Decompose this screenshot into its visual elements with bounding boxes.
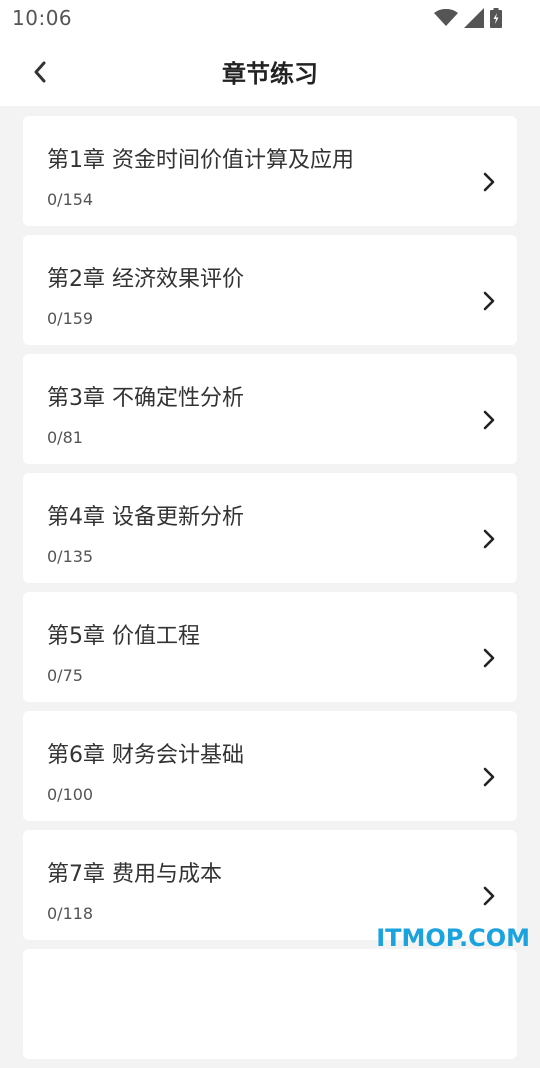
page-title: 章节练习 [222, 60, 318, 88]
chevron-right-icon [483, 886, 495, 906]
chevron-right-icon [483, 291, 495, 311]
cell-signal-icon [464, 8, 484, 28]
chapter-item[interactable]: 第4章 设备更新分析 0/135 [23, 473, 517, 583]
chevron-right-icon [483, 172, 495, 192]
chapter-title: 第7章 费用与成本 [47, 862, 222, 887]
chapter-title: 第6章 财务会计基础 [47, 743, 244, 768]
chapter-item[interactable]: 第6章 财务会计基础 0/100 [23, 711, 517, 821]
chapter-item[interactable]: 第5章 价值工程 0/75 [23, 592, 517, 702]
chapter-title: 第2章 经济效果评价 [47, 267, 244, 292]
chapter-progress: 0/154 [47, 190, 94, 209]
status-time: 10:06 [12, 6, 73, 30]
chapter-progress: 0/100 [47, 785, 94, 804]
battery-icon [490, 8, 502, 28]
chapter-title: 第5章 价值工程 [47, 624, 200, 649]
chapter-progress: 0/75 [47, 666, 83, 685]
chapter-item[interactable]: 第2章 经济效果评价 0/159 [23, 235, 517, 345]
chevron-right-icon [483, 767, 495, 787]
chevron-right-icon [483, 648, 495, 668]
chapter-progress: 0/135 [47, 547, 94, 566]
chevron-right-icon [483, 410, 495, 430]
wifi-icon [434, 9, 458, 26]
chapter-progress: 0/118 [47, 904, 94, 923]
app-header: 章节练习 [0, 36, 540, 106]
watermark: ITMOP.COM [376, 924, 530, 952]
chapter-title: 第1章 资金时间价值计算及应用 [47, 148, 354, 173]
chapter-item[interactable]: 第1章 资金时间价值计算及应用 0/154 [23, 116, 517, 226]
status-icons [434, 7, 502, 29]
chapter-item-partial[interactable] [23, 949, 517, 1059]
chapter-title: 第4章 设备更新分析 [47, 505, 244, 530]
chapter-progress: 0/159 [47, 309, 94, 328]
chapter-item[interactable]: 第3章 不确定性分析 0/81 [23, 354, 517, 464]
chevron-right-icon [483, 529, 495, 549]
chapter-title: 第3章 不确定性分析 [47, 386, 244, 411]
status-bar: 10:06 [0, 0, 540, 36]
chapter-progress: 0/81 [47, 428, 83, 447]
